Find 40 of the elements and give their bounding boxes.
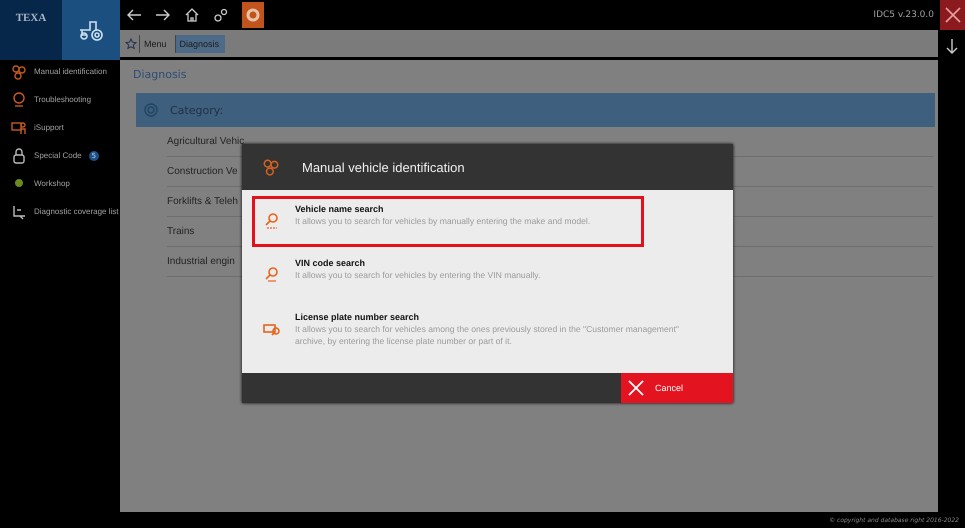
sidebar-item[interactable]: Troubleshooting bbox=[7, 92, 120, 120]
down-arrow-icon[interactable] bbox=[944, 38, 958, 54]
search-option[interactable]: Vehicle name search It allows you to search for vehicles by manually entering the make and model. bbox=[252, 196, 644, 247]
question-icon bbox=[11, 92, 27, 108]
chart-search-icon bbox=[11, 204, 27, 220]
option-description: It allows you to search for vehicles among the ones previously stored in the "Customer management" archive, by entering the license plate number or part of it. bbox=[295, 323, 680, 347]
option-title: License plate number search bbox=[295, 312, 420, 322]
lifebuoy-button[interactable] bbox=[242, 2, 264, 28]
sidebar-item[interactable]: Manual identification bbox=[7, 64, 120, 92]
lifebuoy-icon bbox=[245, 7, 261, 23]
person-computer-icon bbox=[11, 120, 27, 136]
back-arrow-icon[interactable] bbox=[126, 7, 142, 23]
gears-icon bbox=[11, 64, 27, 80]
category-header: Category: bbox=[136, 93, 935, 127]
tractor-icon bbox=[77, 18, 105, 42]
page-title: Diagnosis bbox=[133, 68, 188, 81]
sidebar-item[interactable]: Workshop bbox=[7, 176, 120, 204]
forward-arrow-icon[interactable] bbox=[155, 7, 171, 23]
version-label: IDC5 v.23.0.0 bbox=[873, 10, 934, 20]
sidebar-item[interactable]: Diagnostic coverage list bbox=[7, 204, 120, 232]
lock-icon bbox=[11, 148, 27, 164]
gears-icon[interactable] bbox=[213, 7, 229, 23]
star-icon[interactable] bbox=[125, 38, 137, 50]
breadcrumb-item[interactable]: Menu bbox=[139, 34, 173, 52]
close-button[interactable] bbox=[940, 0, 965, 30]
search-option[interactable]: VIN code search It allows you to search for vehicles by entering the VIN manually. bbox=[252, 250, 692, 301]
home-icon[interactable] bbox=[184, 7, 200, 23]
close-icon bbox=[944, 7, 960, 23]
gears-icon bbox=[262, 158, 280, 176]
close-icon bbox=[627, 379, 645, 397]
search-option[interactable]: License plate number search It allows you to search for vehicles among the ones previously stored in the "Customer management" archive, by entering the license plate number or part of it. bbox=[252, 304, 692, 355]
brand-logo: TEXA bbox=[16, 12, 46, 25]
option-title: Vehicle name search bbox=[295, 204, 385, 214]
target-icon bbox=[144, 103, 158, 117]
cancel-button[interactable]: Cancel bbox=[621, 373, 733, 403]
option-description: It allows you to search for vehicles by manually entering the make and model. bbox=[295, 215, 590, 227]
dialog-title: Manual vehicle identification bbox=[302, 160, 465, 174]
sidebar-item[interactable]: iSupport bbox=[7, 120, 120, 148]
option-description: It allows you to search for vehicles by entering the VIN manually. bbox=[295, 269, 540, 281]
option-title: VIN code search bbox=[295, 258, 366, 268]
